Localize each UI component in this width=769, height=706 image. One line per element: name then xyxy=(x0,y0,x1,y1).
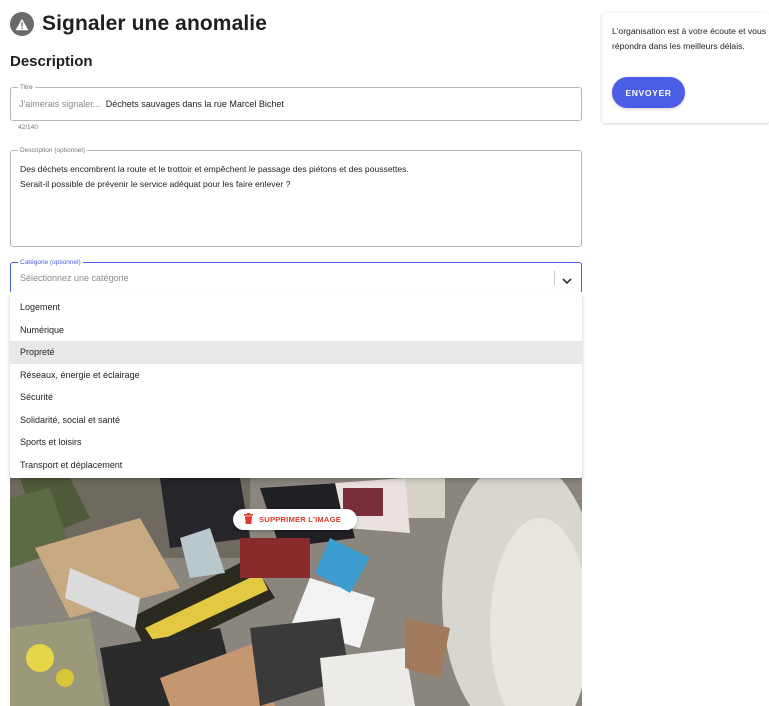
description-line: Serait-il possible de prévenir le servic… xyxy=(20,179,291,189)
title-field[interactable]: Titre J'aimerais signaler... Déchets sau… xyxy=(10,83,582,121)
section-title: Description xyxy=(10,53,93,70)
submit-panel-text: L'organisation est à votre écoute et vou… xyxy=(612,26,767,51)
warning-icon xyxy=(10,12,34,36)
delete-image-button[interactable]: SUPPRIMER L'IMAGE xyxy=(233,509,357,530)
description-field-legend: Description (optionnel) xyxy=(18,146,88,155)
select-divider xyxy=(554,271,555,285)
category-option[interactable]: Réseaux, énergie et éclairage xyxy=(10,364,582,387)
submit-panel: L'organisation est à votre écoute et vou… xyxy=(602,13,769,123)
send-button[interactable]: ENVOYER xyxy=(612,77,685,108)
title-input-value[interactable]: Déchets sauvages dans la rue Marcel Bich… xyxy=(106,99,284,109)
page-header: Signaler une anomalie xyxy=(10,12,267,36)
category-option-highlighted[interactable]: Propreté xyxy=(10,341,582,364)
category-field-legend: Catégorie (optionnel) xyxy=(18,258,83,267)
category-option[interactable]: Numérique xyxy=(10,319,582,342)
category-placeholder: Sélectionnez une catégorie xyxy=(20,273,129,283)
category-option[interactable]: Logement xyxy=(10,296,582,319)
title-prefix: J'aimerais signaler... xyxy=(19,99,101,109)
description-field[interactable]: Description (optionnel) Des déchets enco… xyxy=(10,146,582,247)
category-option[interactable]: Sports et loisirs xyxy=(10,431,582,454)
description-textarea-value[interactable]: Des déchets encombrent la route et le tr… xyxy=(20,162,572,192)
category-option[interactable]: Transport et déplacement xyxy=(10,454,582,477)
category-option[interactable]: Solidarité, social et santé xyxy=(10,409,582,432)
delete-image-label: SUPPRIMER L'IMAGE xyxy=(259,515,341,524)
chevron-down-icon[interactable] xyxy=(561,273,573,285)
category-option[interactable]: Sécurité xyxy=(10,386,582,409)
description-line: Des déchets encombrent la route et le tr… xyxy=(20,164,409,174)
page-title: Signaler une anomalie xyxy=(42,12,267,35)
category-dropdown-menu: Logement Numérique Propreté Réseaux, éne… xyxy=(10,292,582,478)
category-select[interactable]: Catégorie (optionnel) Sélectionnez une c… xyxy=(10,258,582,292)
trash-icon xyxy=(244,511,253,529)
title-char-counter: 42/140 xyxy=(18,124,38,131)
title-field-legend: Titre xyxy=(18,83,35,92)
